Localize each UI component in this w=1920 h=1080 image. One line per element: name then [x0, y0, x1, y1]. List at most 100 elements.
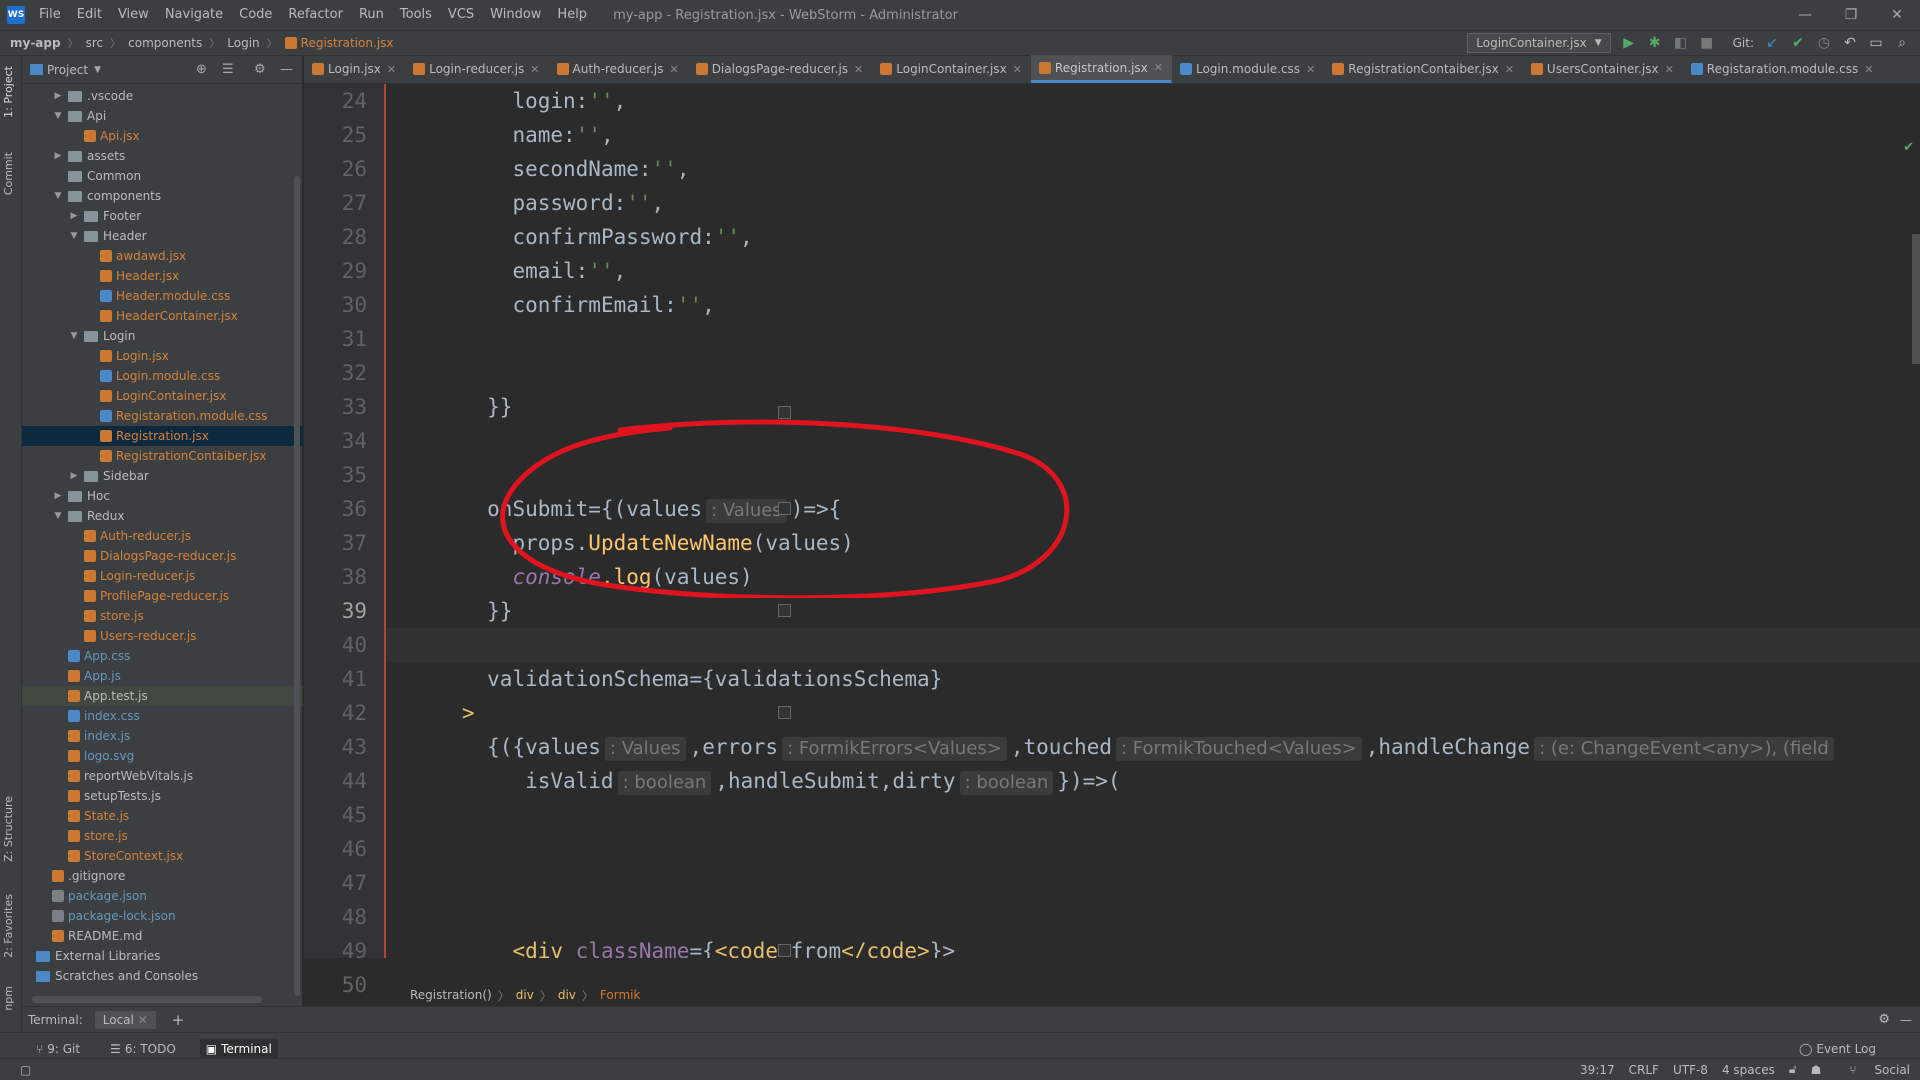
maximize-icon[interactable]: ❐ [1828, 0, 1874, 30]
stop-icon[interactable]: ■ [1699, 35, 1715, 51]
tree-file[interactable]: Header.jsx [22, 266, 303, 286]
git-tool-button[interactable]: ⑂ 9: Git [30, 1039, 86, 1059]
collapse-all-icon[interactable]: ☰ [222, 62, 234, 77]
caret-position[interactable]: 39:17 [1580, 1063, 1615, 1077]
menu-vcs[interactable]: VCS [440, 0, 482, 30]
editor-tab[interactable]: Registaration.module.css ✕ [1683, 55, 1883, 83]
tree-library[interactable]: Scratches and Consoles [22, 966, 303, 986]
todo-tool-button[interactable]: ☰ 6: TODO [104, 1039, 182, 1059]
tree-file[interactable]: package-lock.json [22, 906, 303, 926]
tree-file[interactable]: Login-reducer.js [22, 566, 303, 586]
editor-tab[interactable]: LoginContainer.jsx ✕ [872, 55, 1031, 83]
chevron-down-icon[interactable]: ▼ [52, 511, 64, 521]
chevron-down-icon[interactable]: ▼ [52, 111, 64, 121]
menu-code[interactable]: Code [231, 0, 280, 30]
tree-folder[interactable]: ▶ Footer [22, 206, 303, 226]
tree-folder[interactable]: ▶ Hoc [22, 486, 303, 506]
tree-file[interactable]: ProfilePage-reducer.js [22, 586, 303, 606]
editor-tab[interactable]: Login.module.css ✕ [1172, 55, 1324, 83]
close-tab-icon[interactable]: ✕ [669, 63, 678, 76]
breadcrumb-src[interactable]: src [86, 36, 104, 50]
tree-file[interactable]: store.js [22, 606, 303, 626]
chevron-right-icon[interactable]: ▶ [52, 151, 64, 161]
tree-folder[interactable]: ▼ components [22, 186, 303, 206]
tree-folder[interactable]: ▶ Sidebar [22, 466, 303, 486]
project-tool-button[interactable]: 1: Project [2, 66, 15, 118]
tree-folder[interactable]: ▼ Redux [22, 506, 303, 526]
hide-icon[interactable]: — [280, 62, 293, 77]
debug-icon[interactable]: ✱ [1647, 35, 1663, 51]
breadcrumb-formik[interactable]: Formik [600, 988, 641, 1002]
tree-file[interactable]: App.js [22, 666, 303, 686]
layout-icon[interactable]: ▭ [1868, 35, 1884, 51]
tree-file[interactable]: .gitignore [22, 866, 303, 886]
menu-file[interactable]: File [31, 0, 69, 30]
tree-file[interactable]: index.js [22, 726, 303, 746]
search-icon[interactable]: ⌕ [1894, 35, 1910, 51]
close-tab-icon[interactable]: ✕ [1505, 63, 1514, 76]
hide-icon[interactable]: — [1900, 1013, 1912, 1027]
close-tab-icon[interactable]: ✕ [1864, 63, 1873, 76]
chevron-right-icon[interactable]: ▶ [68, 471, 80, 481]
editor-tab[interactable]: Login-reducer.js ✕ [405, 55, 548, 83]
tree-file[interactable]: index.css [22, 706, 303, 726]
run-icon[interactable]: ▶ [1621, 35, 1637, 51]
close-tab-icon[interactable]: ✕ [1665, 63, 1674, 76]
tree-file[interactable]: Login.jsx [22, 346, 303, 366]
tree-file[interactable]: HeaderContainer.jsx [22, 306, 303, 326]
chevron-down-icon[interactable]: ▼ [52, 191, 64, 201]
history-icon[interactable]: ◷ [1816, 35, 1832, 51]
fold-marker[interactable] [778, 604, 791, 617]
tree-file[interactable]: reportWebVitals.js [22, 766, 303, 786]
tree-file[interactable]: App.test.js [22, 686, 303, 706]
tree-file[interactable]: store.js [22, 826, 303, 846]
chevron-right-icon[interactable]: ▶ [52, 491, 64, 501]
favorites-tool-button[interactable]: 2: Favorites [2, 894, 15, 958]
git-commit-icon[interactable]: ✔ [1790, 35, 1806, 51]
lock-icon[interactable]: 🔓︎ [1789, 1062, 1797, 1077]
menu-tools[interactable]: Tools [392, 0, 440, 30]
close-icon[interactable]: ✕ [138, 1013, 148, 1027]
tree-folder[interactable]: Common [22, 166, 303, 186]
fold-marker[interactable] [778, 502, 791, 515]
menu-window[interactable]: Window [482, 0, 549, 30]
breadcrumb-div[interactable]: div [516, 988, 534, 1002]
code-editor[interactable]: login:'', name:'', secondName:'', passwo… [386, 84, 1920, 958]
indent-setting[interactable]: 4 spaces [1722, 1063, 1775, 1077]
minimize-icon[interactable]: — [1782, 0, 1828, 30]
tree-file[interactable]: logo.svg [22, 746, 303, 766]
locate-icon[interactable]: ⊕ [196, 62, 207, 77]
editor-tab[interactable]: UsersContainer.jsx ✕ [1523, 55, 1683, 83]
close-tab-icon[interactable]: ✕ [530, 63, 539, 76]
tree-file[interactable]: Users-reducer.js [22, 626, 303, 646]
breadcrumb-components[interactable]: components [128, 36, 202, 50]
tree-file[interactable]: RegistrationContaiber.jsx [22, 446, 303, 466]
chevron-down-icon[interactable]: ▼ [94, 65, 101, 75]
gear-icon[interactable]: ⚙ [254, 62, 266, 77]
tree-file[interactable]: DialogsPage-reducer.js [22, 546, 303, 566]
inspector-icon[interactable]: ☗ [1811, 1063, 1822, 1077]
editor-tab[interactable]: RegistrationContaiber.jsx ✕ [1324, 55, 1523, 83]
tree-file[interactable]: setupTests.js [22, 786, 303, 806]
editor-vertical-scrollbar[interactable] [1912, 234, 1920, 364]
editor-tab[interactable]: Login.jsx ✕ [304, 55, 405, 83]
close-tab-icon[interactable]: ✕ [854, 63, 863, 76]
tree-folder[interactable]: ▼ Api [22, 106, 303, 126]
chevron-right-icon[interactable]: ▶ [52, 91, 64, 101]
structure-tool-button[interactable]: Z: Structure [2, 796, 15, 862]
run-config-select[interactable]: LoginContainer.jsx ▼ [1467, 33, 1611, 53]
fold-marker[interactable] [778, 944, 791, 957]
status-layout-icon[interactable]: ▢ [20, 1063, 31, 1077]
file-encoding[interactable]: UTF-8 [1673, 1063, 1708, 1077]
close-tab-icon[interactable]: ✕ [1154, 61, 1163, 74]
tree-file[interactable]: Registration.jsx [22, 426, 303, 446]
menu-help[interactable]: Help [549, 0, 595, 30]
chevron-down-icon[interactable]: ▼ [68, 331, 80, 341]
tree-scrollbar[interactable] [294, 176, 300, 996]
tree-folder[interactable]: ▼ Login [22, 326, 303, 346]
editor-tab[interactable]: Registration.jsx ✕ [1030, 55, 1172, 83]
chevron-right-icon[interactable]: ▶ [68, 211, 80, 221]
editor-tab[interactable]: Auth-reducer.js ✕ [549, 55, 688, 83]
coverage-icon[interactable]: ◧ [1673, 35, 1689, 51]
menu-edit[interactable]: Edit [69, 0, 110, 30]
